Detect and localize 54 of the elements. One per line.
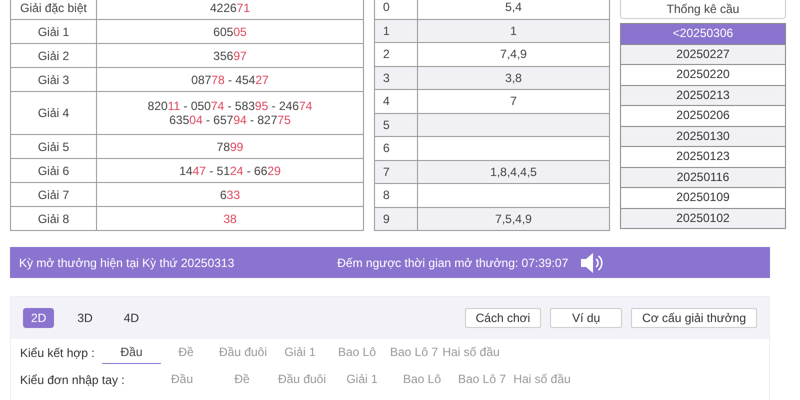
tail-digits: 3,8 [418, 66, 610, 90]
tail-digits: 7,4,9 [418, 42, 610, 66]
prize-name: Giải 5 [10, 134, 96, 158]
prize-numbers: 633 [96, 182, 364, 206]
prize-numbers: 60505 [96, 20, 364, 44]
help-button[interactable]: Cách chơi [464, 308, 542, 328]
head-digit: 0 [374, 0, 418, 19]
head-digit: 8 [374, 184, 418, 207]
bet-type-label: Kiểu kết hợp : [20, 346, 96, 360]
head-digit: 9 [374, 207, 418, 230]
prize-name: Giải 4 [10, 92, 96, 134]
game-tab[interactable]: 2D [23, 308, 54, 328]
head-digit: 2 [374, 42, 418, 66]
current-draw: Kỳ mở thưởng hiện tại Kỳ thứ 20250313 [19, 256, 234, 270]
tail-digits: 5,4 [418, 0, 610, 19]
game-tab[interactable]: 4D [116, 308, 148, 328]
prize-name: Giải 6 [10, 158, 96, 182]
draw-item[interactable]: <20250306 [621, 24, 785, 44]
prize-numbers: 7899 [96, 134, 364, 158]
help-button[interactable]: Ví dụ [550, 308, 622, 328]
game-tab[interactable]: 3D [69, 308, 101, 328]
stats-button[interactable]: Thống kê cầu [620, 0, 786, 19]
head-digit: 4 [374, 90, 418, 113]
prize-name: Giải 7 [10, 182, 96, 206]
prize-name: Giải 2 [10, 44, 96, 68]
tail-digits: 7,5,4,9 [418, 207, 610, 230]
prize-numbers: 422671 [96, 0, 364, 20]
head-digit: 3 [374, 66, 418, 90]
head-digit: 5 [374, 113, 418, 136]
bet-option[interactable]: Đầu [102, 341, 161, 364]
prize-numbers: 35697 [96, 44, 364, 68]
head-digit: 7 [374, 160, 418, 184]
speaker-icon[interactable] [580, 252, 604, 274]
prize-name: Giải 8 [10, 206, 96, 230]
tail-digits: 1 [418, 19, 610, 42]
prize-numbers: 38 [96, 206, 364, 230]
draw-item[interactable]: 20250130 [621, 126, 785, 147]
prize-name: Giải 3 [10, 68, 96, 92]
prize-numbers: 08778 - 45427 [96, 68, 364, 92]
head-digit: 1 [374, 19, 418, 42]
tail-digits: 7 [418, 90, 610, 113]
bet-type-label: Kiểu đơn nhập tay : [20, 372, 126, 386]
prize-numbers: 1447 - 5124 - 6629 [96, 158, 364, 182]
head-digit: 6 [374, 136, 418, 160]
prize-name: Giải 1 [10, 20, 96, 44]
draw-item[interactable]: 20250213 [621, 86, 785, 106]
countdown: Đếm ngược thời gian mở thưởng: 07:39:07 [337, 256, 568, 270]
tail-digits: 1,8,4,4,5 [418, 160, 610, 184]
draw-item[interactable]: 20250102 [621, 208, 785, 228]
draw-item[interactable]: 20250227 [621, 44, 785, 65]
help-button[interactable]: Cơ cấu giải thưởng [631, 308, 757, 328]
prize-numbers: 82011 - 05074 - 58395 - 24674 63504 - 65794 - 82775 [96, 92, 364, 134]
draw-item[interactable]: 20250116 [621, 168, 785, 188]
prize-name: Giải đặc biệt [10, 0, 96, 20]
